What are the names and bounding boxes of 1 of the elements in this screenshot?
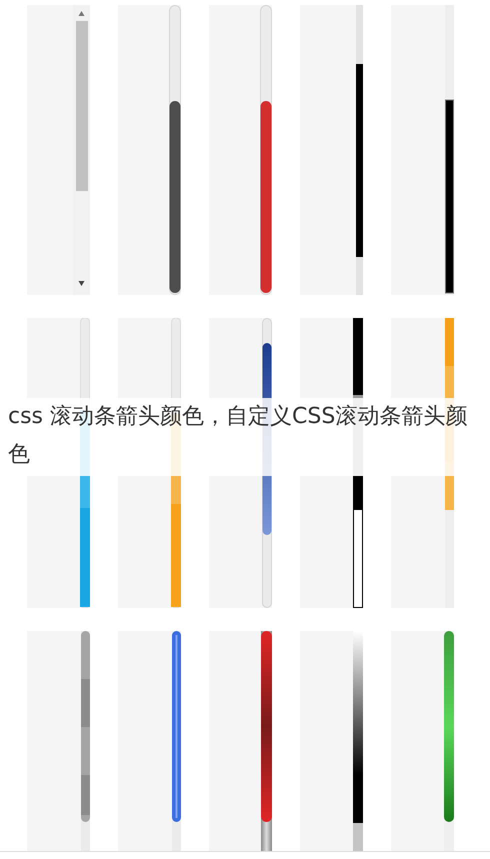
caption-text: css 滚动条箭头颜色，自定义CSS滚动条箭头颜色 [8, 403, 468, 469]
